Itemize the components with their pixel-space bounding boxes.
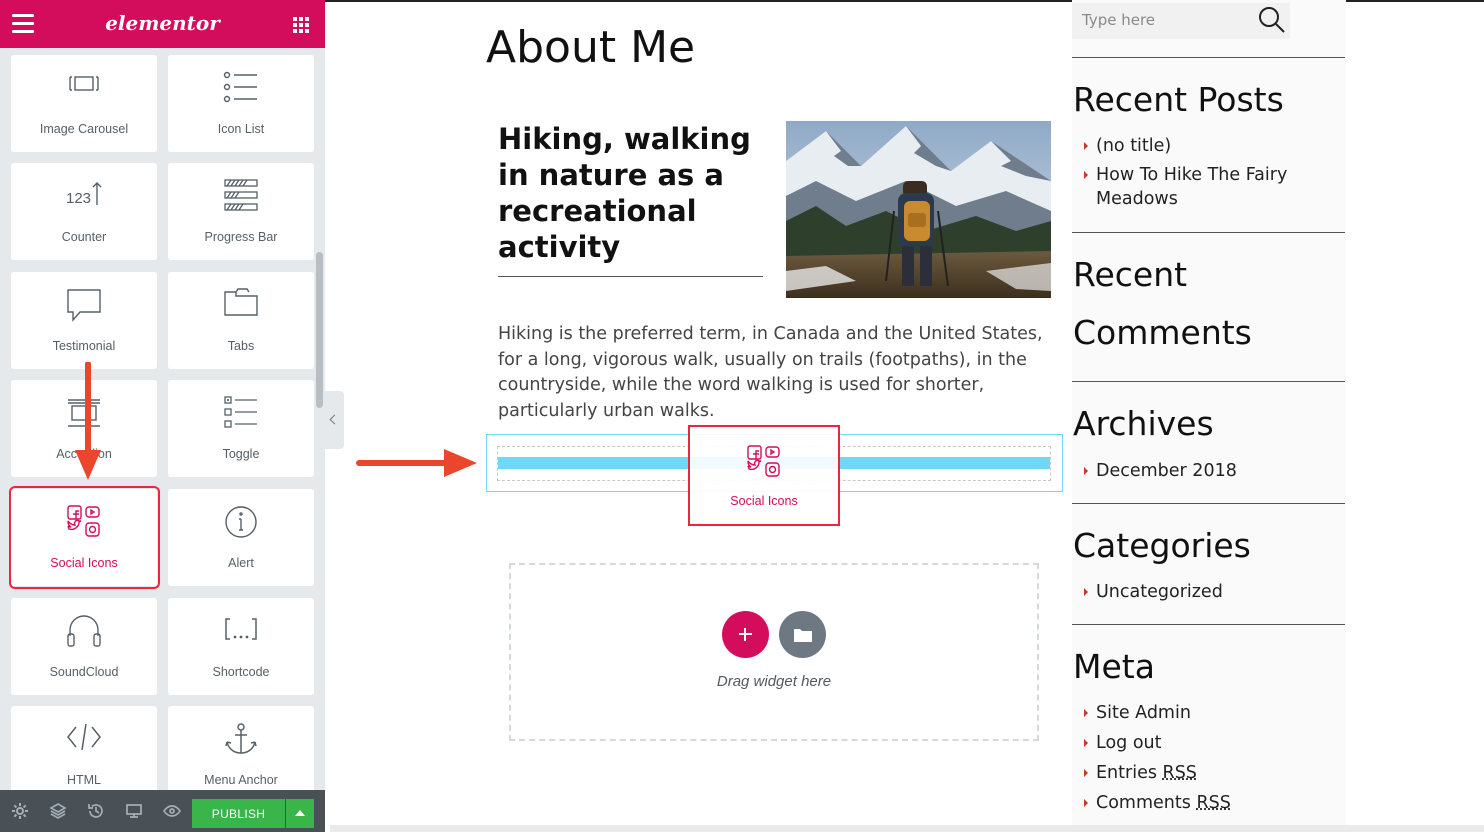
hero-image xyxy=(786,121,1051,298)
add-template-button[interactable] xyxy=(779,611,826,658)
toggle-icon xyxy=(168,396,314,436)
panel-header: elementor xyxy=(0,0,325,48)
social-icons-icon xyxy=(690,445,838,477)
widget-testimonial[interactable]: Testimonial xyxy=(11,272,157,369)
canvas-horizontal-scrollbar[interactable] xyxy=(330,825,1484,832)
meta-entries-rss-link[interactable]: Entries RSS xyxy=(1084,761,1344,785)
preview-icon[interactable] xyxy=(163,802,181,820)
dragged-social-icons-widget[interactable]: Social Icons xyxy=(688,425,840,526)
responsive-mode-icon[interactable] xyxy=(125,802,143,820)
widgets-grid-icon[interactable] xyxy=(293,17,309,33)
image-carousel-icon xyxy=(11,71,157,111)
heading-divider xyxy=(498,276,763,277)
widget-soundcloud[interactable]: SoundCloud xyxy=(11,598,157,695)
widget-html[interactable]: HTML xyxy=(11,706,157,790)
archive-link[interactable]: December 2018 xyxy=(1084,459,1344,483)
widget-toggle[interactable]: Toggle xyxy=(168,380,314,477)
sidebar-divider xyxy=(1072,232,1345,233)
settings-icon[interactable] xyxy=(11,802,29,820)
sidebar-divider xyxy=(1072,381,1345,382)
recent-comments-title-line2: Comments xyxy=(1073,313,1252,352)
post-body: Hiking is the preferred term, in Canada … xyxy=(498,324,1043,421)
widget-accordion[interactable]: Accordion xyxy=(11,380,157,477)
widget-image-carousel[interactable]: Image Carousel xyxy=(11,55,157,152)
widget-icon-list[interactable]: Icon List xyxy=(168,55,314,152)
elementor-panel: elementor Image Carousel Icon List 123 C… xyxy=(0,0,325,832)
panel-scrollbar[interactable] xyxy=(315,48,325,790)
recent-posts-title: Recent Posts xyxy=(1073,80,1284,119)
right-arrow-annotation xyxy=(356,449,477,477)
sidebar-divider xyxy=(1072,57,1345,58)
widget-tabs[interactable]: Tabs xyxy=(168,272,314,369)
meta-log-out-link[interactable]: Log out xyxy=(1084,731,1344,755)
recent-post-link[interactable]: How To Hike The Fairy Meadows xyxy=(1084,163,1344,211)
widget-menu-anchor[interactable]: Menu Anchor xyxy=(168,706,314,790)
shortcode-icon xyxy=(168,614,314,654)
category-link[interactable]: Uncategorized xyxy=(1084,580,1344,604)
categories-title: Categories xyxy=(1073,526,1251,565)
history-icon[interactable] xyxy=(87,802,105,820)
icon-list-icon xyxy=(168,71,314,111)
search-icon xyxy=(1259,7,1285,33)
accordion-icon xyxy=(11,396,157,436)
widget-counter[interactable]: 123 Counter xyxy=(11,163,157,260)
page-title: About Me xyxy=(486,22,696,73)
publish-button[interactable]: PUBLISH xyxy=(192,799,285,828)
html-icon xyxy=(11,722,157,762)
elementor-logo: elementor xyxy=(105,11,220,35)
widget-shortcode[interactable]: Shortcode xyxy=(168,598,314,695)
add-section-button[interactable] xyxy=(722,611,769,658)
testimonial-icon xyxy=(11,288,157,328)
soundcloud-icon xyxy=(11,614,157,654)
collapse-panel-button[interactable] xyxy=(325,391,344,449)
sidebar-divider xyxy=(1072,503,1345,504)
sidebar-divider xyxy=(1072,624,1345,625)
search-input[interactable] xyxy=(1082,8,1252,32)
empty-section-dropzone[interactable] xyxy=(509,563,1039,741)
drag-widget-hint: Drag widget here xyxy=(716,673,832,690)
alert-icon xyxy=(168,505,314,545)
counter-icon: 123 xyxy=(11,179,157,219)
post-heading: Hiking, walking in nature as a recreatio… xyxy=(498,122,751,264)
social-icons-icon xyxy=(11,505,157,545)
meta-title: Meta xyxy=(1073,647,1155,686)
recent-post-link[interactable]: (no title) xyxy=(1084,134,1344,158)
meta-site-admin-link[interactable]: Site Admin xyxy=(1084,701,1344,725)
recent-comments-title-line1: Recent xyxy=(1073,255,1188,294)
progress-bar-icon xyxy=(168,179,314,219)
widget-progress-bar[interactable]: Progress Bar xyxy=(168,163,314,260)
svg-text:123: 123 xyxy=(66,190,91,207)
search-button[interactable] xyxy=(1256,5,1286,35)
widget-list: Image Carousel Icon List 123 Counter Pro… xyxy=(0,48,314,790)
widget-social-icons[interactable]: Social Icons xyxy=(11,489,157,586)
menu-anchor-icon xyxy=(168,722,314,762)
meta-comments-rss-link[interactable]: Comments RSS xyxy=(1084,791,1344,815)
navigator-icon[interactable] xyxy=(49,802,67,820)
publish-options-button[interactable] xyxy=(286,799,314,828)
widget-alert[interactable]: Alert xyxy=(168,489,314,586)
panel-scroll-thumb[interactable] xyxy=(316,252,323,408)
tabs-icon xyxy=(168,288,314,328)
archives-title: Archives xyxy=(1073,404,1214,443)
